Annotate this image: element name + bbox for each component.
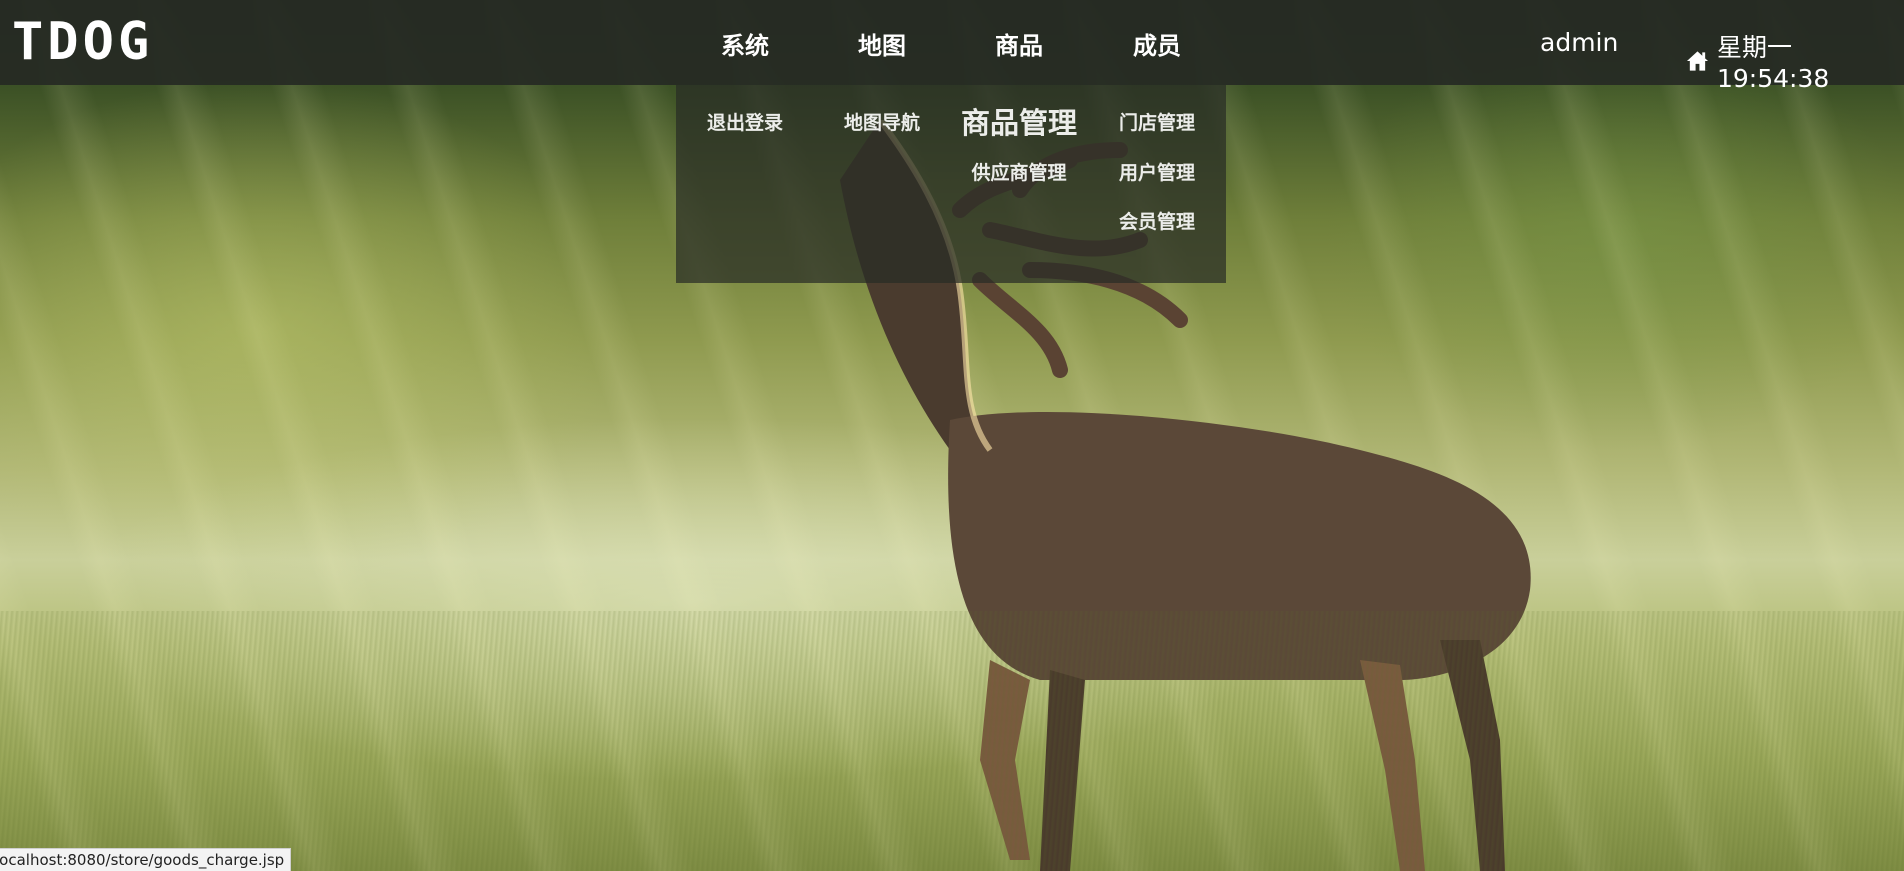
menu-item-user-manage[interactable]: 用户管理 [1088,158,1226,185]
logo[interactable]: TDOG [12,14,153,70]
status-bar-url: localhost:8080/store/goods_charge.jsp [0,848,292,871]
current-user[interactable]: admin [1540,28,1618,57]
home-icon[interactable] [1686,50,1709,72]
menu-goods[interactable]: 商品 [950,26,1088,61]
menu-map[interactable]: 地图 [813,26,951,61]
menu-item-logout[interactable]: 退出登录 [676,108,814,135]
datetime-text: 星期一 19:54:38 [1716,33,1830,93]
status-url-text: localhost:8080/store/goods_charge.jsp [0,851,285,869]
menu-system[interactable]: 系统 [676,26,814,61]
menu-item-store-manage[interactable]: 门店管理 [1088,108,1226,135]
menu-item-vip-manage[interactable]: 会员管理 [1088,207,1226,234]
top-nav-bar: TDOG 系统 地图 商品 成员 admin 星期一 19:54:38 [0,0,1904,93]
dropdown-menu: 退出登录 地图导航 商品管理 供应商管理 门店管理 用户管理 会员管理 [676,85,1226,283]
menu-item-goods-manage[interactable]: 商品管理 [950,100,1088,142]
menu-item-supplier-manage[interactable]: 供应商管理 [950,158,1088,185]
menu-item-map-navigation[interactable]: 地图导航 [813,108,951,135]
menu-members[interactable]: 成员 [1088,26,1226,61]
datetime-display: 星期一 19:54:38 [1686,28,1904,93]
